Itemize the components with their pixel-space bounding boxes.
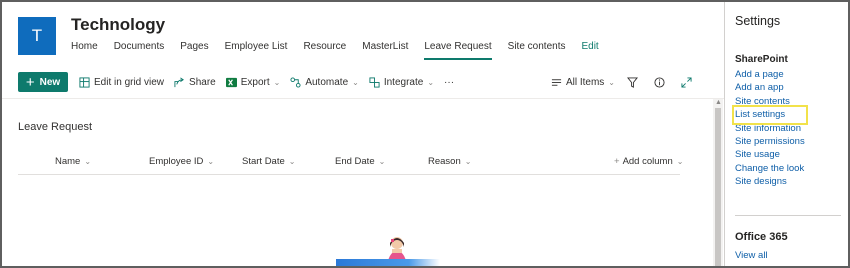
settings-link-list-settings[interactable]: List settings — [732, 105, 808, 125]
edit-grid-view-button[interactable]: Edit in grid view — [79, 77, 164, 88]
column-header-label: End Date — [335, 156, 375, 167]
expand-button[interactable] — [681, 76, 696, 88]
settings-link-site-designs[interactable]: Site designs — [735, 175, 805, 188]
column-header-label: Reason — [428, 156, 461, 167]
chevron-down-icon: ⌄ — [464, 157, 472, 166]
integrate-icon — [369, 76, 380, 88]
filter-icon — [627, 76, 638, 88]
scrollbar-thumb[interactable] — [715, 108, 721, 266]
nav-resource[interactable]: Resource — [303, 40, 346, 60]
command-bar-divider — [2, 98, 724, 99]
site-navigation: Home Documents Pages Employee List Resou… — [71, 40, 615, 60]
share-icon — [174, 77, 185, 87]
view-selector[interactable]: All Items ⌄ — [551, 77, 615, 88]
settings-link-site-information[interactable]: Site information — [735, 122, 805, 135]
integrate-button[interactable]: Integrate ⌄ — [369, 77, 434, 88]
plus-icon: + — [614, 156, 620, 167]
column-header-start-date[interactable]: Start Date ⌄ — [242, 156, 295, 167]
view-options-icon — [551, 78, 562, 86]
column-header-end-date[interactable]: End Date ⌄ — [335, 156, 385, 167]
column-header-underline — [18, 174, 680, 175]
automate-button[interactable]: Automate ⌄ — [290, 77, 359, 88]
column-header-label: Employee ID — [149, 156, 204, 167]
nav-documents[interactable]: Documents — [114, 40, 165, 60]
settings-link-site-permissions[interactable]: Site permissions — [735, 135, 805, 148]
add-column-label: Add column — [622, 156, 673, 167]
chevron-down-icon: ⌄ — [288, 157, 296, 166]
sharepoint-links: Add a page Add an app Site contents List… — [732, 68, 808, 189]
share-label: Share — [189, 76, 216, 88]
command-bar: + New Edit in grid view Share Export ⌄ A… — [18, 71, 714, 93]
info-button[interactable] — [654, 76, 669, 88]
list-title: Leave Request — [18, 121, 92, 133]
chevron-down-icon: ⌄ — [273, 77, 281, 87]
grid-icon — [79, 76, 90, 88]
office365-section-title: Office 365 — [735, 231, 788, 243]
nav-home[interactable]: Home — [71, 40, 98, 60]
new-button-label: New — [39, 76, 61, 88]
export-label: Export — [240, 76, 270, 88]
command-bar-right: All Items ⌄ — [551, 71, 708, 93]
nav-leave-request[interactable]: Leave Request — [424, 40, 492, 60]
add-column-button[interactable]: + Add column ⌄ — [614, 156, 683, 167]
chevron-down-icon: ⌄ — [427, 77, 435, 87]
settings-link-add-app[interactable]: Add an app — [735, 81, 805, 94]
plus-icon: + — [25, 73, 35, 91]
chevron-down-icon: ⌄ — [352, 77, 359, 87]
view-selector-label: All Items — [565, 76, 605, 88]
settings-link-site-usage[interactable]: Site usage — [735, 148, 805, 161]
illustration-device-bar — [336, 259, 440, 266]
view-all-link[interactable]: View all — [735, 250, 768, 261]
nav-edit-link[interactable]: Edit — [581, 40, 598, 60]
chevron-down-icon: ⌄ — [378, 157, 386, 166]
nav-pages[interactable]: Pages — [180, 40, 208, 60]
settings-panel-title: Settings — [735, 14, 781, 28]
nav-masterlist[interactable]: MasterList — [362, 40, 408, 60]
excel-icon — [225, 77, 237, 87]
site-title[interactable]: Technology — [71, 15, 165, 35]
info-icon — [654, 76, 665, 88]
column-header-name[interactable]: Name ⌄ — [55, 156, 91, 167]
nav-site-contents[interactable]: Site contents — [508, 40, 566, 60]
filter-button[interactable] — [627, 76, 642, 88]
site-logo[interactable]: T — [18, 17, 56, 55]
scroll-up-arrow-icon[interactable]: ▲ — [715, 99, 722, 106]
export-button[interactable]: Export ⌄ — [225, 76, 281, 88]
chevron-down-icon: ⌄ — [676, 157, 684, 166]
settings-link-change-look[interactable]: Change the look — [735, 162, 805, 175]
expand-icon — [681, 76, 692, 88]
automate-icon — [290, 76, 301, 88]
sharepoint-section-title: SharePoint — [735, 54, 788, 65]
column-header-reason[interactable]: Reason ⌄ — [428, 156, 471, 167]
more-icon: ··· — [444, 76, 455, 88]
column-header-label: Start Date — [242, 156, 285, 167]
share-button[interactable]: Share — [174, 77, 216, 88]
column-header-employee-id[interactable]: Employee ID ⌄ — [149, 156, 214, 167]
settings-panel-divider — [735, 215, 841, 216]
settings-link-add-page[interactable]: Add a page — [735, 68, 805, 81]
integrate-label: Integrate — [383, 76, 424, 88]
nav-employee-list[interactable]: Employee List — [225, 40, 288, 60]
more-button[interactable]: ··· — [444, 77, 454, 88]
chevron-down-icon: ⌄ — [84, 157, 92, 166]
chevron-down-icon: ⌄ — [207, 157, 215, 166]
column-header-label: Name — [55, 156, 81, 167]
settings-link-site-contents[interactable]: Site contents — [735, 95, 805, 108]
new-button[interactable]: + New — [18, 72, 68, 92]
edit-grid-view-label: Edit in grid view — [94, 76, 165, 88]
site-logo-letter: T — [31, 26, 43, 45]
chevron-down-icon: ⌄ — [608, 77, 615, 87]
settings-panel: Settings SharePoint Add a page Add an ap… — [724, 2, 848, 266]
app-frame: T Technology Home Documents Pages Employ… — [0, 0, 850, 268]
automate-label: Automate — [305, 76, 349, 88]
